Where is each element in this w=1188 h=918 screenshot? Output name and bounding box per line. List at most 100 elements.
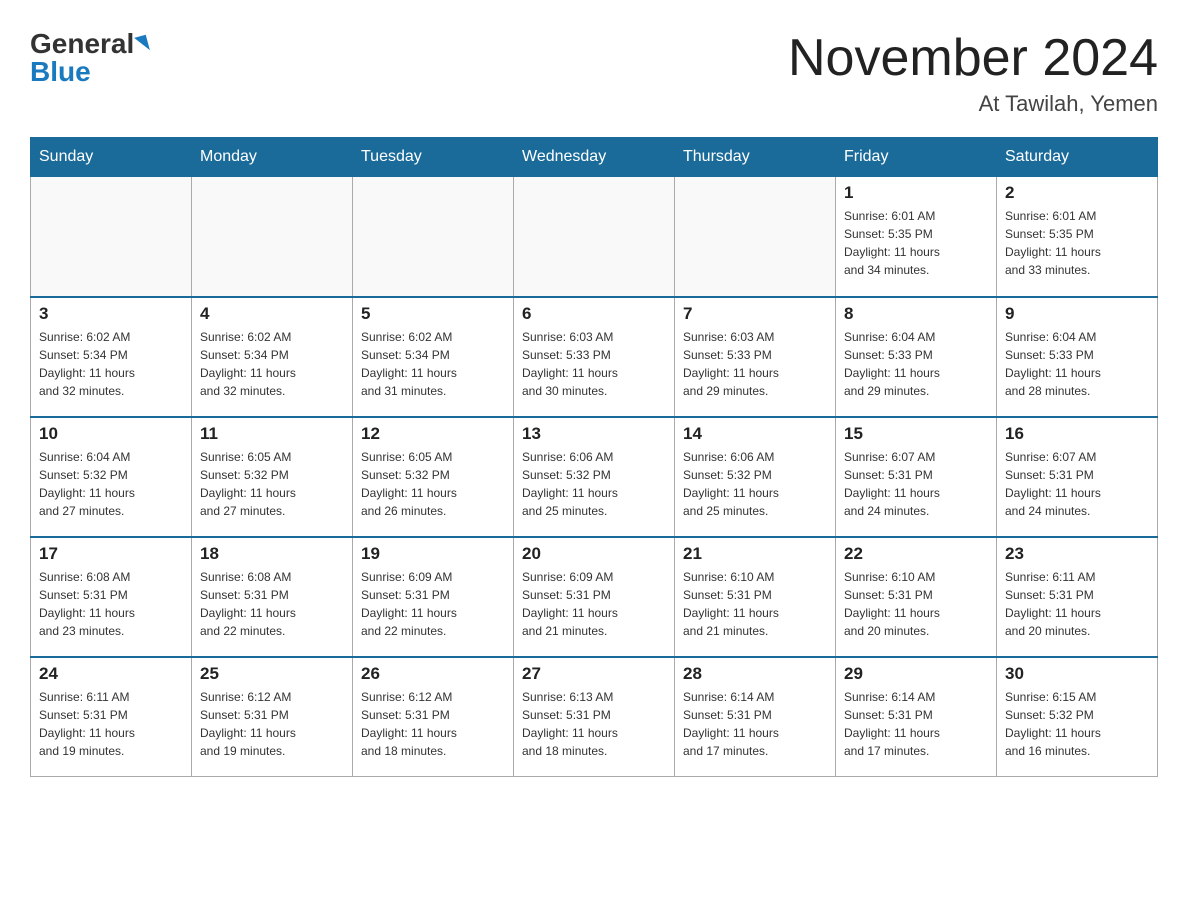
day-info: Sunrise: 6:15 AMSunset: 5:32 PMDaylight:… xyxy=(1005,688,1149,760)
calendar-cell: 27 Sunrise: 6:13 AMSunset: 5:31 PMDayligh… xyxy=(514,657,675,777)
day-info: Sunrise: 6:10 AMSunset: 5:31 PMDaylight:… xyxy=(683,568,827,640)
calendar-cell: 5Sunrise: 6:02 AMSunset: 5:34 PMDaylight… xyxy=(353,297,514,417)
day-info: Sunrise: 6:02 AMSunset: 5:34 PMDaylight:… xyxy=(39,328,183,400)
day-info: Sunrise: 6:07 AMSunset: 5:31 PMDaylight:… xyxy=(844,448,988,520)
day-info: Sunrise: 6:13 AMSunset: 5:31 PMDaylight:… xyxy=(522,688,666,760)
calendar-cell: 19Sunrise: 6:09 AMSunset: 5:31 PMDayligh… xyxy=(353,537,514,657)
calendar-week-row: 1 Sunrise: 6:01 AMSunset: 5:35 PMDaylight… xyxy=(31,177,1158,297)
day-info: Sunrise: 6:14 AMSunset: 5:31 PMDaylight:… xyxy=(683,688,827,760)
day-number: 20 xyxy=(522,544,666,564)
calendar-cell: 16Sunrise: 6:07 AMSunset: 5:31 PMDayligh… xyxy=(997,417,1158,537)
calendar-week-row: 3Sunrise: 6:02 AMSunset: 5:34 PMDaylight… xyxy=(31,297,1158,417)
calendar-cell xyxy=(675,177,836,297)
day-info: Sunrise: 6:12 AMSunset: 5:31 PMDaylight:… xyxy=(361,688,505,760)
day-number: 8 xyxy=(844,304,988,324)
calendar-cell: 2 Sunrise: 6:01 AMSunset: 5:35 PMDaylight… xyxy=(997,177,1158,297)
logo-blue-text: Blue xyxy=(30,58,91,86)
day-number: 19 xyxy=(361,544,505,564)
logo-general-text: General xyxy=(30,30,134,58)
day-number: 13 xyxy=(522,424,666,444)
day-number: 21 xyxy=(683,544,827,564)
calendar-cell: 25 Sunrise: 6:12 AMSunset: 5:31 PMDayligh… xyxy=(192,657,353,777)
day-number: 22 xyxy=(844,544,988,564)
calendar-cell: 9 Sunrise: 6:04 AMSunset: 5:33 PMDaylight… xyxy=(997,297,1158,417)
calendar-cell: 14 Sunrise: 6:06 AMSunset: 5:32 PMDayligh… xyxy=(675,417,836,537)
calendar-cell: 24Sunrise: 6:11 AMSunset: 5:31 PMDayligh… xyxy=(31,657,192,777)
calendar-cell: 26 Sunrise: 6:12 AMSunset: 5:31 PMDayligh… xyxy=(353,657,514,777)
day-number: 1 xyxy=(844,183,988,203)
day-header-saturday: Saturday xyxy=(997,138,1158,177)
day-header-monday: Monday xyxy=(192,138,353,177)
calendar-cell: 13Sunrise: 6:06 AMSunset: 5:32 PMDayligh… xyxy=(514,417,675,537)
day-number: 5 xyxy=(361,304,505,324)
day-info: Sunrise: 6:07 AMSunset: 5:31 PMDaylight:… xyxy=(1005,448,1149,520)
day-number: 17 xyxy=(39,544,183,564)
day-info: Sunrise: 6:06 AMSunset: 5:32 PMDaylight:… xyxy=(683,448,827,520)
day-info: Sunrise: 6:05 AMSunset: 5:32 PMDaylight:… xyxy=(361,448,505,520)
calendar-cell: 29 Sunrise: 6:14 AMSunset: 5:31 PMDayligh… xyxy=(836,657,997,777)
calendar-cell: 17 Sunrise: 6:08 AMSunset: 5:31 PMDayligh… xyxy=(31,537,192,657)
day-number: 6 xyxy=(522,304,666,324)
day-info: Sunrise: 6:08 AMSunset: 5:31 PMDaylight:… xyxy=(200,568,344,640)
title-section: November 2024 At Tawilah, Yemen xyxy=(788,30,1158,117)
day-info: Sunrise: 6:05 AMSunset: 5:32 PMDaylight:… xyxy=(200,448,344,520)
day-info: Sunrise: 6:14 AMSunset: 5:31 PMDaylight:… xyxy=(844,688,988,760)
calendar-week-row: 10 Sunrise: 6:04 AMSunset: 5:32 PMDayligh… xyxy=(31,417,1158,537)
calendar-cell: 8Sunrise: 6:04 AMSunset: 5:33 PMDaylight… xyxy=(836,297,997,417)
day-number: 10 xyxy=(39,424,183,444)
day-header-tuesday: Tuesday xyxy=(353,138,514,177)
day-info: Sunrise: 6:04 AMSunset: 5:32 PMDaylight:… xyxy=(39,448,183,520)
day-number: 14 xyxy=(683,424,827,444)
calendar-cell: 12 Sunrise: 6:05 AMSunset: 5:32 PMDayligh… xyxy=(353,417,514,537)
day-number: 12 xyxy=(361,424,505,444)
logo-arrow-icon xyxy=(134,35,150,54)
calendar-cell: 11 Sunrise: 6:05 AMSunset: 5:32 PMDayligh… xyxy=(192,417,353,537)
day-number: 7 xyxy=(683,304,827,324)
day-number: 25 xyxy=(200,664,344,684)
calendar-cell: 22 Sunrise: 6:10 AMSunset: 5:31 PMDayligh… xyxy=(836,537,997,657)
calendar-cell xyxy=(31,177,192,297)
day-header-thursday: Thursday xyxy=(675,138,836,177)
calendar-cell: 3Sunrise: 6:02 AMSunset: 5:34 PMDaylight… xyxy=(31,297,192,417)
calendar-cell: 4Sunrise: 6:02 AMSunset: 5:34 PMDaylight… xyxy=(192,297,353,417)
day-info: Sunrise: 6:10 AMSunset: 5:31 PMDaylight:… xyxy=(844,568,988,640)
calendar-week-row: 24Sunrise: 6:11 AMSunset: 5:31 PMDayligh… xyxy=(31,657,1158,777)
day-info: Sunrise: 6:08 AMSunset: 5:31 PMDaylight:… xyxy=(39,568,183,640)
calendar-cell: 1 Sunrise: 6:01 AMSunset: 5:35 PMDaylight… xyxy=(836,177,997,297)
day-info: Sunrise: 6:01 AMSunset: 5:35 PMDaylight:… xyxy=(1005,207,1149,279)
day-header-sunday: Sunday xyxy=(31,138,192,177)
day-info: Sunrise: 6:03 AMSunset: 5:33 PMDaylight:… xyxy=(683,328,827,400)
logo: General Blue xyxy=(30,30,148,86)
month-title: November 2024 xyxy=(788,30,1158,87)
calendar-cell xyxy=(192,177,353,297)
day-number: 2 xyxy=(1005,183,1149,203)
day-number: 27 xyxy=(522,664,666,684)
day-number: 9 xyxy=(1005,304,1149,324)
calendar-cell: 10 Sunrise: 6:04 AMSunset: 5:32 PMDayligh… xyxy=(31,417,192,537)
day-info: Sunrise: 6:04 AMSunset: 5:33 PMDaylight:… xyxy=(1005,328,1149,400)
calendar-cell: 21 Sunrise: 6:10 AMSunset: 5:31 PMDayligh… xyxy=(675,537,836,657)
calendar-table: SundayMondayTuesdayWednesdayThursdayFrid… xyxy=(30,137,1158,777)
calendar-cell: 18Sunrise: 6:08 AMSunset: 5:31 PMDayligh… xyxy=(192,537,353,657)
day-number: 15 xyxy=(844,424,988,444)
day-number: 30 xyxy=(1005,664,1149,684)
day-info: Sunrise: 6:03 AMSunset: 5:33 PMDaylight:… xyxy=(522,328,666,400)
day-number: 23 xyxy=(1005,544,1149,564)
day-number: 11 xyxy=(200,424,344,444)
day-info: Sunrise: 6:12 AMSunset: 5:31 PMDaylight:… xyxy=(200,688,344,760)
day-number: 29 xyxy=(844,664,988,684)
day-header-friday: Friday xyxy=(836,138,997,177)
day-info: Sunrise: 6:11 AMSunset: 5:31 PMDaylight:… xyxy=(39,688,183,760)
day-info: Sunrise: 6:01 AMSunset: 5:35 PMDaylight:… xyxy=(844,207,988,279)
calendar-header-row: SundayMondayTuesdayWednesdayThursdayFrid… xyxy=(31,138,1158,177)
calendar-cell xyxy=(353,177,514,297)
day-header-wednesday: Wednesday xyxy=(514,138,675,177)
day-number: 26 xyxy=(361,664,505,684)
day-info: Sunrise: 6:09 AMSunset: 5:31 PMDaylight:… xyxy=(522,568,666,640)
location-text: At Tawilah, Yemen xyxy=(788,91,1158,117)
calendar-cell: 7 Sunrise: 6:03 AMSunset: 5:33 PMDaylight… xyxy=(675,297,836,417)
calendar-cell: 28Sunrise: 6:14 AMSunset: 5:31 PMDayligh… xyxy=(675,657,836,777)
page-header: General Blue November 2024 At Tawilah, Y… xyxy=(30,30,1158,117)
day-info: Sunrise: 6:11 AMSunset: 5:31 PMDaylight:… xyxy=(1005,568,1149,640)
day-info: Sunrise: 6:02 AMSunset: 5:34 PMDaylight:… xyxy=(200,328,344,400)
